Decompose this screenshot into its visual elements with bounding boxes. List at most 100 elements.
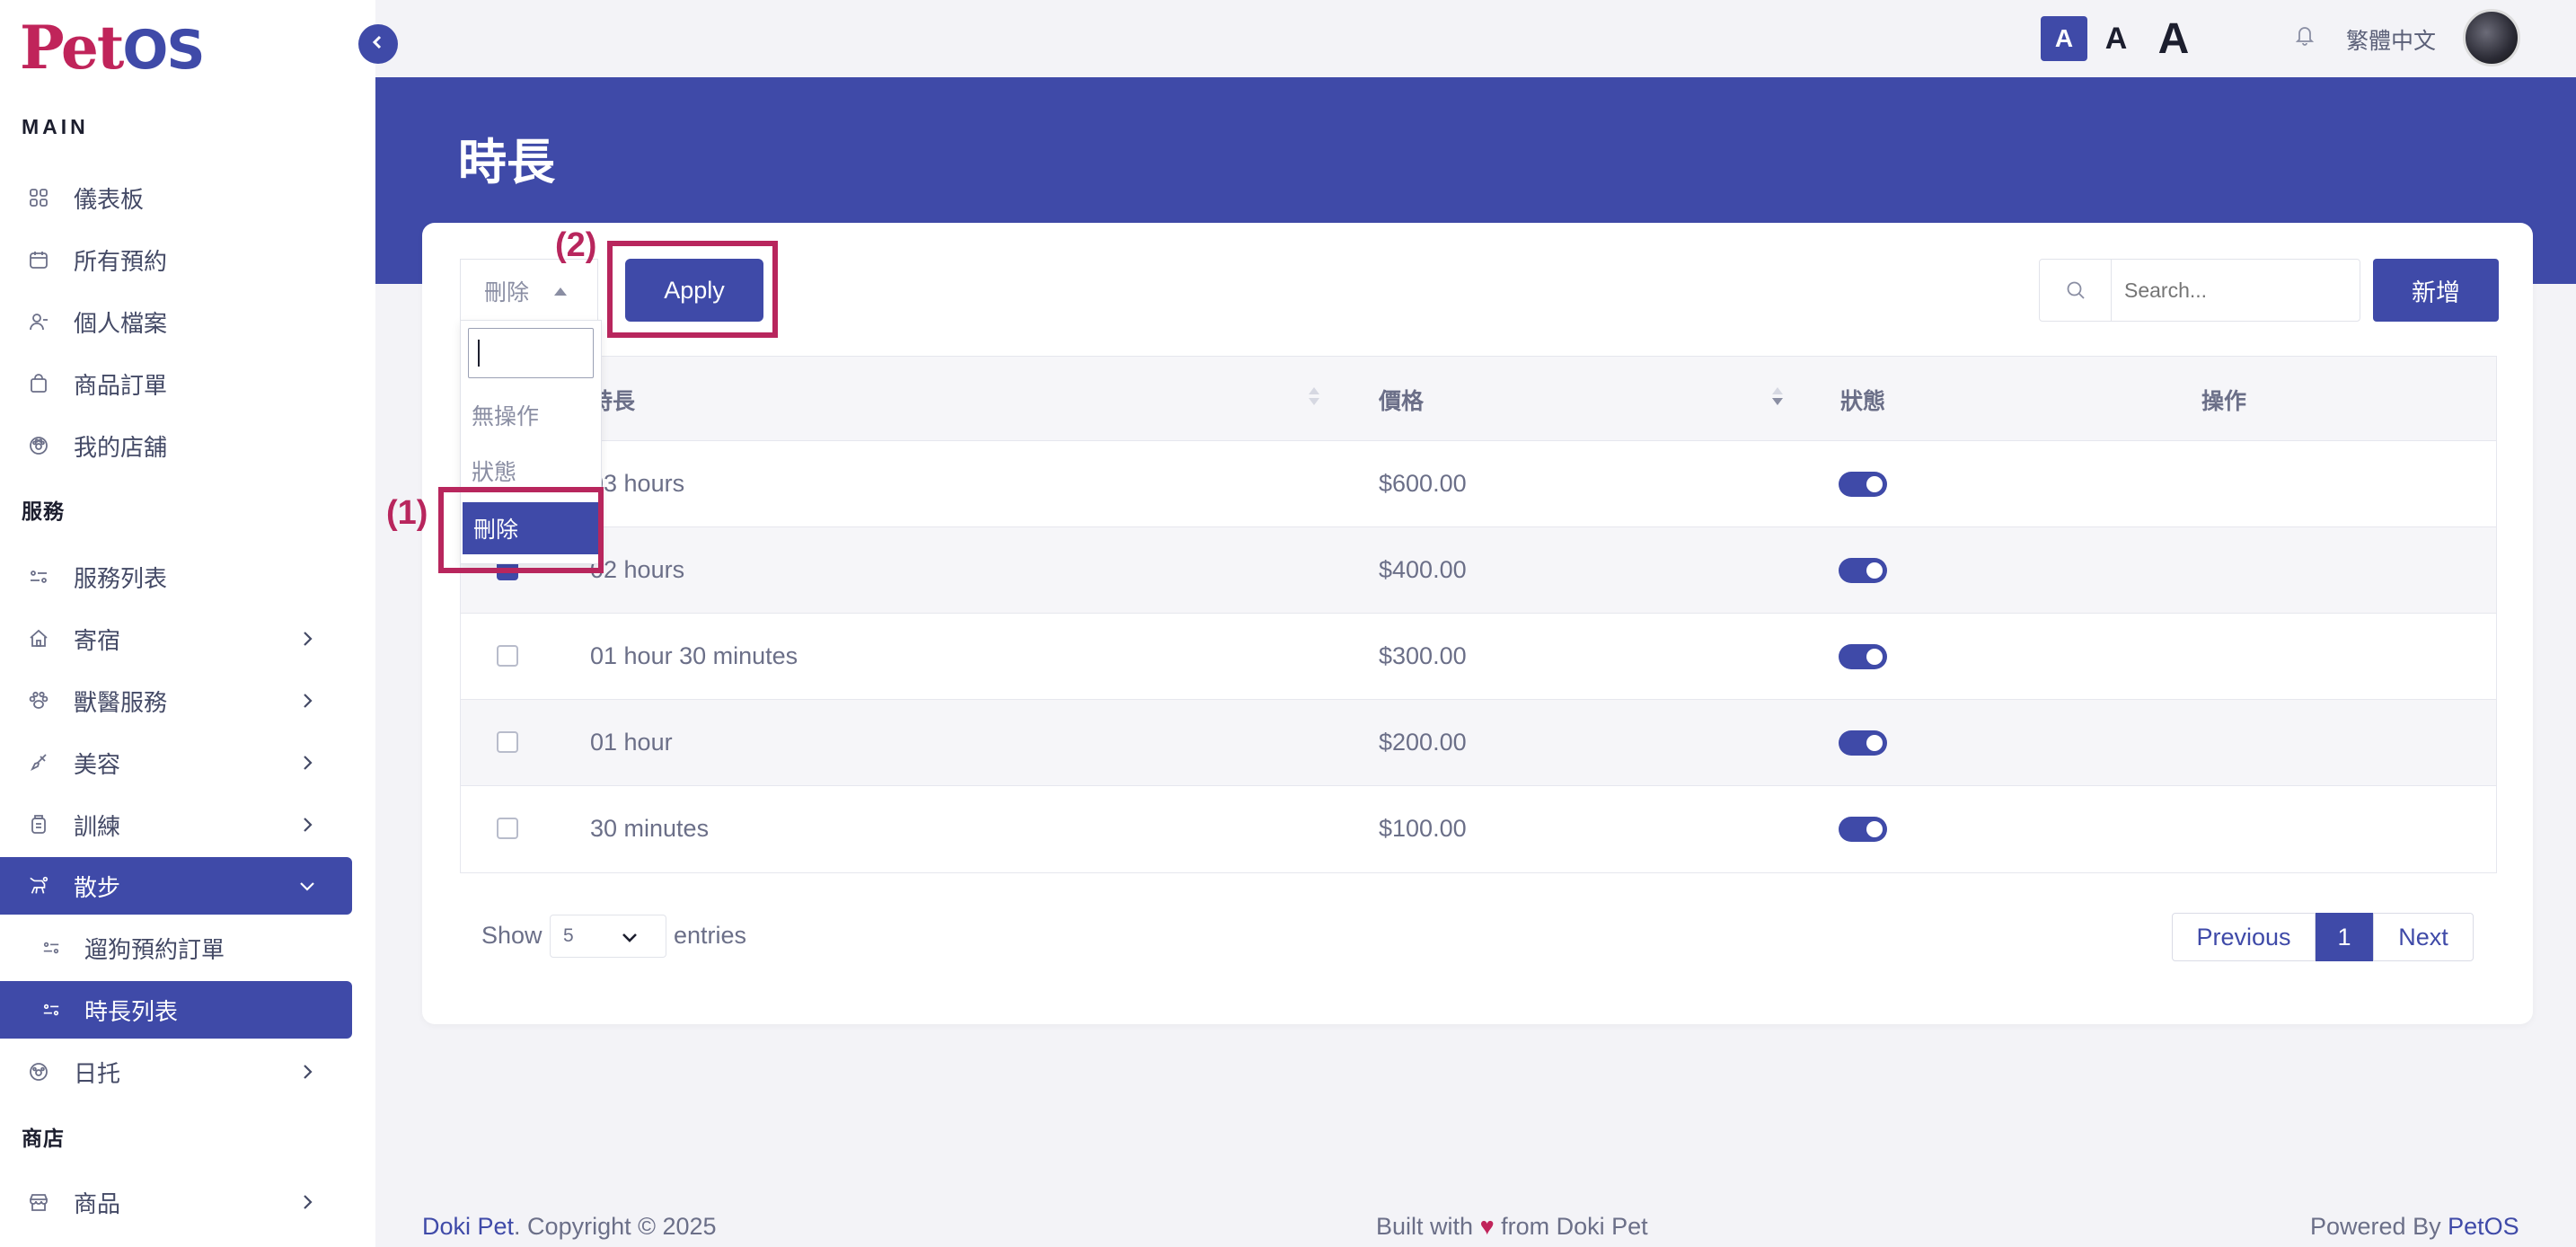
status-toggle[interactable]: [1839, 730, 1887, 756]
sidebar-item-label: 儀表板: [74, 185, 145, 213]
store-paw-icon: [27, 434, 50, 457]
sidebar-collapse-button[interactable]: [358, 24, 398, 64]
sidebar-item-label: 商品: [74, 1190, 121, 1217]
row-checkbox[interactable]: [497, 645, 518, 667]
footer-copyright-text: . Copyright © 2025: [514, 1213, 717, 1240]
sidebar-item-label: 商品訂單: [74, 371, 168, 399]
brush-icon: [27, 751, 50, 774]
sidebar-item-label: 訓練: [74, 812, 121, 840]
language-switcher[interactable]: 繁體中文: [2346, 23, 2436, 56]
list-icon: [41, 938, 61, 958]
next-button[interactable]: Next: [2373, 913, 2474, 961]
home-icon: [27, 627, 50, 650]
table-row: 01 hour 30 minutes $300.00: [461, 614, 2496, 700]
sidebar-item-appointments[interactable]: 所有預約: [0, 231, 352, 288]
search-box: [2039, 259, 2360, 322]
sidebar-item-profile[interactable]: 個人檔案: [0, 293, 352, 350]
column-header-price[interactable]: 價格: [1379, 384, 1424, 416]
sidebar-item-grooming[interactable]: 美容: [0, 734, 352, 792]
add-button[interactable]: 新增: [2373, 259, 2499, 322]
status-toggle[interactable]: [1839, 644, 1887, 669]
sidebar-item-products[interactable]: 商品: [0, 1173, 352, 1231]
list-icon: [27, 565, 50, 588]
paw-icon: [27, 689, 50, 712]
annotation-label-2: (2): [555, 226, 597, 264]
previous-button[interactable]: Previous: [2172, 913, 2316, 961]
avatar[interactable]: [2463, 9, 2520, 66]
sidebar-item-boarding[interactable]: 寄宿: [0, 610, 352, 668]
footer-powered-by: Powered By PetOS: [2310, 1213, 2519, 1241]
sidebar-item-label: 所有預約: [74, 247, 168, 275]
bulk-action-value: 刪除: [484, 279, 530, 305]
sidebar-item-walk-orders[interactable]: 遛狗預約訂單: [0, 919, 352, 977]
column-header-actions: 操作: [2201, 389, 2247, 414]
annotation-box-2: [607, 241, 778, 338]
row-checkbox[interactable]: [497, 731, 518, 753]
bag-icon: [27, 372, 50, 395]
status-toggle[interactable]: [1839, 558, 1887, 583]
chevron-right-icon: [296, 1061, 318, 1083]
sort-icon[interactable]: [1307, 382, 1321, 411]
cell-price: $100.00: [1379, 815, 1467, 842]
chevron-right-icon: [296, 1191, 318, 1213]
sidebar-item-orders[interactable]: 商品訂單: [0, 355, 352, 412]
footer-built-with: Built with ♥ from Doki Pet: [1376, 1213, 1648, 1241]
sidebar-item-label: 散步: [74, 873, 121, 901]
dropdown-search-input[interactable]: [468, 328, 594, 378]
chevron-down-icon: [296, 875, 318, 897]
sidebar-item-label: 寄宿: [74, 626, 121, 654]
entries-label: entries: [674, 922, 747, 949]
user-icon: [27, 310, 50, 333]
cell-price: $300.00: [1379, 642, 1467, 669]
chevron-right-icon: [296, 690, 318, 712]
sidebar-item-label: 我的店舖: [74, 433, 168, 461]
footer-powered-link[interactable]: PetOS: [2448, 1213, 2519, 1240]
sort-desc-icon[interactable]: [1770, 382, 1785, 411]
table-row: 30 minutes $100.00: [461, 786, 2496, 872]
footer-brand-link[interactable]: Doki Pet: [422, 1213, 514, 1240]
page-1-button[interactable]: 1: [2316, 913, 2373, 961]
status-toggle[interactable]: [1839, 817, 1887, 842]
chevron-left-icon: [369, 33, 387, 56]
show-label: Show: [481, 922, 543, 949]
sidebar-item-duration-list[interactable]: 時長列表: [0, 981, 352, 1039]
sidebar-item-daycare[interactable]: 日托: [0, 1043, 352, 1101]
sidebar-item-vet[interactable]: 獸醫服務: [0, 672, 352, 730]
bell-icon[interactable]: [2294, 23, 2316, 51]
cell-price: $200.00: [1379, 729, 1467, 756]
search-icon: [2040, 260, 2112, 321]
font-size-small-button[interactable]: A: [2041, 16, 2087, 61]
search-input[interactable]: [2112, 263, 2345, 317]
sidebar-item-label: 服務列表: [74, 564, 168, 592]
logo[interactable]: PetOS: [20, 16, 206, 82]
font-size-large-button[interactable]: A: [2150, 15, 2197, 63]
sidebar-item-my-store[interactable]: 我的店舖: [0, 417, 352, 474]
entries-select[interactable]: 5: [550, 915, 666, 958]
sidebar-item-label: 日托: [74, 1059, 121, 1087]
sidebar: PetOS MAIN 儀表板 所有預約 個人檔案 商品訂單 我的店舖 服務 服務…: [0, 0, 375, 1247]
chevron-right-icon: [296, 814, 318, 836]
font-size-medium-button[interactable]: A: [2098, 16, 2134, 61]
table-header: 時長 價格 狀態 操作: [461, 357, 2496, 441]
row-checkbox[interactable]: [497, 818, 518, 839]
sidebar-item-walking[interactable]: 散步: [0, 857, 352, 915]
sidebar-item-dashboard[interactable]: 儀表板: [0, 169, 352, 226]
footer-powered-prefix: Powered By: [2310, 1213, 2441, 1240]
sidebar-item-label: 時長列表: [84, 997, 179, 1025]
daycare-icon: [27, 1060, 50, 1083]
sidebar-item-service-list[interactable]: 服務列表: [0, 548, 352, 606]
footer-built-suffix: from Doki Pet: [1501, 1213, 1648, 1240]
cell-price: $400.00: [1379, 556, 1467, 583]
sidebar-item-training[interactable]: 訓練: [0, 796, 352, 853]
dropdown-option-no-action[interactable]: 無操作: [461, 389, 601, 441]
chevron-right-icon: [296, 752, 318, 774]
entries-value: 5: [563, 925, 574, 946]
chevron-down-icon: [619, 926, 640, 948]
footer-copyright: Doki Pet. Copyright © 2025: [422, 1213, 717, 1241]
status-toggle[interactable]: [1839, 472, 1887, 497]
logo-os: OS: [122, 19, 205, 82]
bulk-action-select[interactable]: 刪除: [460, 259, 598, 322]
logo-pet: Pet: [20, 13, 124, 83]
annotation-label-1: (1): [386, 494, 428, 532]
calendar-icon: [27, 248, 50, 271]
